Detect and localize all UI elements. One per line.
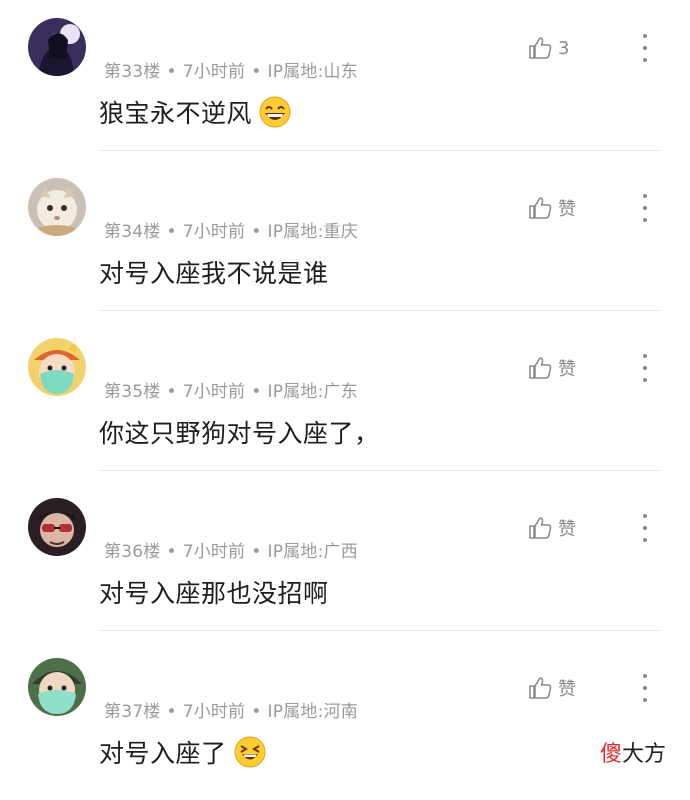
divider <box>99 150 660 151</box>
comment-item: 第36楼 • 7小时前 • IP属地:广西 对号入座那也没招啊 赞 <box>0 480 690 640</box>
comment-item: 第37楼 • 7小时前 • IP属地:河南 对号入座了 赞 <box>0 640 690 800</box>
thumbs-up-icon <box>529 37 552 59</box>
watermark: 傻大方 <box>600 736 666 768</box>
avatar-image <box>28 18 86 76</box>
grinning-face-emoji <box>258 95 292 129</box>
separator: • <box>251 542 262 562</box>
separator: • <box>251 62 262 82</box>
comment-meta: 第35楼 • 7小时前 • IP属地:广东 <box>104 377 358 402</box>
comment-body: 你这只野狗对号入座了， <box>99 419 380 448</box>
comment-body: 对号入座了 <box>99 739 227 768</box>
separator: • <box>166 702 177 722</box>
divider <box>99 630 660 631</box>
time-ago: 7小时前 <box>182 542 246 562</box>
avatar-image <box>28 658 86 716</box>
separator: • <box>251 222 262 242</box>
more-options-icon[interactable] <box>633 510 657 546</box>
floor-number: 第37楼 <box>104 702 161 722</box>
like-label: 赞 <box>558 679 576 700</box>
avatar[interactable] <box>28 338 86 396</box>
like-button[interactable]: 赞 <box>526 511 576 545</box>
comment-text: 对号入座那也没招啊 <box>99 574 329 610</box>
watermark-part2: 大方 <box>622 742 667 767</box>
comment-body: 对号入座那也没招啊 <box>99 579 329 608</box>
like-button[interactable]: 赞 <box>526 671 576 705</box>
floor-number: 第36楼 <box>104 542 161 562</box>
separator: • <box>166 382 177 402</box>
separator: • <box>166 62 177 82</box>
comment-text: 对号入座我不说是谁 <box>99 254 329 290</box>
comment-text: 你这只野狗对号入座了， <box>99 414 380 450</box>
time-ago: 7小时前 <box>182 382 246 402</box>
more-options-icon[interactable] <box>633 350 657 386</box>
avatar[interactable] <box>28 498 86 556</box>
watermark-part1: 傻 <box>600 742 623 767</box>
more-options-icon[interactable] <box>633 670 657 706</box>
more-options-icon[interactable] <box>633 30 657 66</box>
comment-meta: 第36楼 • 7小时前 • IP属地:广西 <box>104 537 358 562</box>
separator: • <box>166 542 177 562</box>
more-options-icon[interactable] <box>633 190 657 226</box>
like-button[interactable]: 赞 <box>526 191 576 225</box>
comment-item: 第34楼 • 7小时前 • IP属地:重庆 对号入座我不说是谁 赞 <box>0 160 690 320</box>
divider <box>99 470 660 471</box>
ip-location: IP属地:河南 <box>267 702 358 722</box>
ip-location: IP属地:广西 <box>267 542 358 562</box>
separator: • <box>251 382 262 402</box>
time-ago: 7小时前 <box>182 62 246 82</box>
grinning-squint-face-emoji <box>233 735 267 769</box>
like-label: 赞 <box>558 199 576 220</box>
comment-text: 狼宝永不逆风 <box>99 94 292 130</box>
comment-body: 狼宝永不逆风 <box>99 99 253 128</box>
thumbs-up-icon <box>529 197 552 219</box>
ip-location: IP属地:山东 <box>267 62 358 82</box>
avatar[interactable] <box>28 658 86 716</box>
like-label: 赞 <box>558 519 576 540</box>
comment-meta: 第37楼 • 7小时前 • IP属地:河南 <box>104 697 358 722</box>
like-button[interactable]: 赞 <box>526 351 576 385</box>
ip-location: IP属地:重庆 <box>267 222 358 242</box>
time-ago: 7小时前 <box>182 222 246 242</box>
ip-location: IP属地:广东 <box>267 382 358 402</box>
floor-number: 第34楼 <box>104 222 161 242</box>
avatar-image <box>28 338 86 396</box>
comment-text: 对号入座了 <box>99 734 267 770</box>
separator: • <box>251 702 262 722</box>
floor-number: 第35楼 <box>104 382 161 402</box>
like-label: 赞 <box>558 359 576 380</box>
like-count: 3 <box>558 37 570 59</box>
thumbs-up-icon <box>529 357 552 379</box>
comment-body: 对号入座我不说是谁 <box>99 259 329 288</box>
comment-item: 第33楼 • 7小时前 • IP属地:山东 狼宝永不逆风 3 <box>0 0 690 160</box>
avatar-image <box>28 498 86 556</box>
comment-item: 第35楼 • 7小时前 • IP属地:广东 你这只野狗对号入座了， 赞 <box>0 320 690 480</box>
avatar[interactable] <box>28 178 86 236</box>
like-button[interactable]: 3 <box>526 31 569 65</box>
divider <box>99 310 660 311</box>
separator: • <box>166 222 177 242</box>
avatar[interactable] <box>28 18 86 76</box>
thumbs-up-icon <box>529 677 552 699</box>
avatar-image <box>28 178 86 236</box>
time-ago: 7小时前 <box>182 702 246 722</box>
thumbs-up-icon <box>529 517 552 539</box>
comment-meta: 第33楼 • 7小时前 • IP属地:山东 <box>104 57 358 82</box>
floor-number: 第33楼 <box>104 62 161 82</box>
comment-meta: 第34楼 • 7小时前 • IP属地:重庆 <box>104 217 358 242</box>
